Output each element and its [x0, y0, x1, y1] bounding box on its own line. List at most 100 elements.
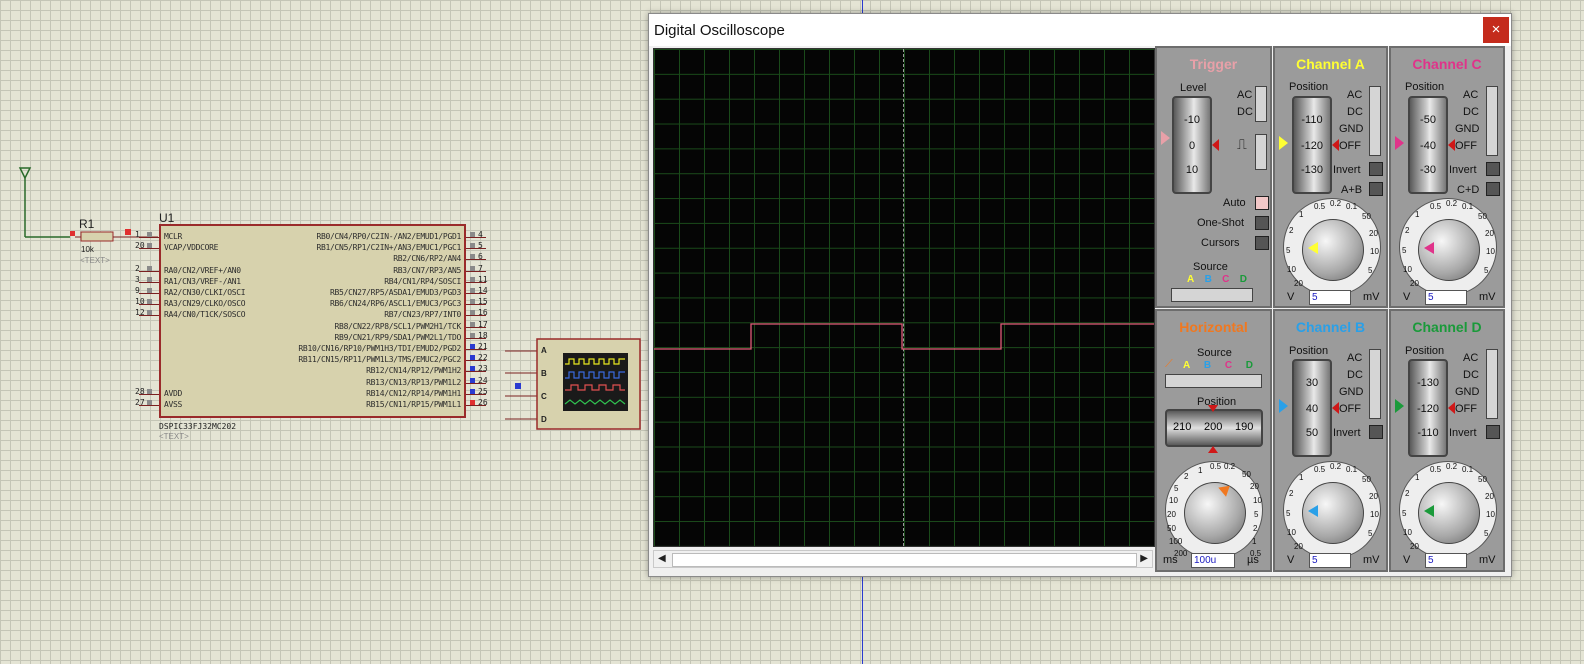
pin-wire: [466, 237, 486, 238]
timebase-tick: 5: [1174, 484, 1179, 493]
trigger-auto-button[interactable]: [1255, 196, 1269, 210]
channel-c-tick: 0.5: [1430, 202, 1442, 211]
horizontal-position-drum[interactable]: 210 200 190: [1165, 409, 1263, 447]
channel-c-invert-button[interactable]: [1486, 162, 1500, 176]
channel-b-drum-value-3: 50: [1305, 427, 1319, 439]
channel-c-coupling-switch[interactable]: [1486, 86, 1498, 156]
close-button[interactable]: ×: [1483, 17, 1509, 43]
scroll-left-arrow[interactable]: ◀: [658, 553, 666, 564]
pin-label: RA4/CN0/T1CK/SOSCO: [164, 310, 246, 319]
channel-d-value-field[interactable]: 5: [1425, 553, 1467, 568]
oscilloscope-window[interactable]: Digital Oscilloscope × ◀ ▶ Trigger Level…: [648, 13, 1512, 577]
trigger-level-drum[interactable]: -10 0 10: [1172, 96, 1212, 194]
trigger-source-slider[interactable]: [1171, 288, 1253, 302]
horizontal-title: Horizontal: [1179, 319, 1248, 335]
channel-d-position-label: Position: [1405, 345, 1445, 357]
resistor-ref: R1: [79, 217, 95, 231]
channel-b-tick: 10: [1370, 510, 1379, 519]
trigger-cursors-label: Cursors: [1201, 237, 1240, 249]
channel-a-unit-left: V: [1287, 291, 1295, 303]
trigger-edge-switch[interactable]: [1255, 134, 1267, 170]
scroll-thumb[interactable]: [672, 553, 1137, 567]
channel-a-tick: 0.2: [1330, 199, 1342, 208]
channel-a-position-drum[interactable]: -110 -120 -130: [1292, 96, 1332, 194]
channel-a-tick: 10: [1370, 247, 1379, 256]
channel-b-tick: 10: [1287, 528, 1296, 537]
pin-state-marker: [147, 310, 152, 315]
title-bar[interactable]: Digital Oscilloscope ×: [649, 14, 1511, 46]
channel-b-unit-left: V: [1287, 554, 1295, 566]
channel-b-position-drum[interactable]: 30 40 50: [1292, 359, 1332, 457]
timebase-knob[interactable]: [1184, 482, 1246, 544]
channel-d-tick: 5: [1402, 509, 1407, 518]
pin-state-marker: [470, 332, 475, 338]
channel-d-coupling-switch[interactable]: [1486, 349, 1498, 419]
channel-b-coupling-switch[interactable]: [1369, 349, 1381, 419]
channel-a-coupling-switch[interactable]: [1369, 86, 1381, 156]
timebase-value-field[interactable]: 100u: [1191, 553, 1235, 568]
channel-c-tick: 5: [1402, 246, 1407, 255]
pin-label: RA1/CN3/VREF-/AN1: [164, 277, 241, 286]
channel-a-value-field[interactable]: 5: [1309, 290, 1351, 305]
channel-d-invert-label: Invert: [1449, 427, 1477, 439]
channel-a-drum-value-3: -130: [1300, 164, 1324, 176]
pin-number: 14: [478, 286, 488, 295]
trigger-source-b: B: [1204, 274, 1212, 285]
channel-a-title: Channel A: [1296, 56, 1365, 72]
pin-number: 18: [478, 330, 488, 340]
channel-a-invert-button[interactable]: [1369, 162, 1383, 176]
timebase-tick: 5: [1254, 510, 1259, 519]
trigger-source-d: D: [1239, 274, 1247, 285]
pin-label: RB3/CN7/RP3/AN5: [393, 265, 461, 275]
horizontal-source-slider[interactable]: [1165, 374, 1262, 388]
channel-a-mode-ac: AC: [1347, 89, 1363, 101]
channel-c-value-field[interactable]: 5: [1425, 290, 1467, 305]
pin-label: RB11/CN15/RP11/PWM1L3/TMS/EMUC2/PGC2: [298, 355, 461, 365]
channel-d-panel: Channel D Position -130 -120 -110 AC DC …: [1389, 309, 1505, 572]
channel-b-position-label: Position: [1289, 345, 1329, 357]
channel-c-sum-button[interactable]: [1486, 182, 1500, 196]
channel-a-volts-dial: 0.5 0.2 0.1 50 20 10 5 1 2 5 10 20: [1283, 198, 1381, 296]
channel-c-position-drum[interactable]: -50 -40 -30: [1408, 96, 1448, 194]
horizontal-scrollbar[interactable]: ◀ ▶: [653, 550, 1153, 568]
channel-c-title: Channel C: [1412, 56, 1482, 72]
channel-b-value-field[interactable]: 5: [1309, 553, 1351, 568]
scroll-right-arrow[interactable]: ▶: [1140, 553, 1148, 564]
channel-d-tick: 0.5: [1430, 465, 1442, 474]
trigger-oneshot-button[interactable]: [1255, 216, 1269, 230]
pin-state-marker: [470, 344, 475, 349]
channel-d-unit-left: V: [1403, 554, 1411, 566]
scope-input-c: C: [541, 392, 547, 401]
edge-polarity-icon: ⎍: [1237, 136, 1247, 152]
channel-a-unit-right: mV: [1363, 291, 1380, 303]
trigger-auto-label: Auto: [1223, 197, 1246, 209]
channel-a-tick: 1: [1299, 210, 1304, 219]
channel-d-tick: 0.1: [1462, 465, 1474, 474]
pin-number: 15: [478, 297, 488, 307]
timebase-tick: 0.2: [1224, 462, 1236, 471]
trigger-cursors-button[interactable]: [1255, 236, 1269, 250]
channel-d-tick: 20: [1485, 492, 1494, 501]
channel-a-tick: 5: [1286, 246, 1291, 255]
pin-number: 26: [478, 398, 488, 407]
horizontal-source-c: C: [1224, 360, 1233, 371]
channel-d-position-drum[interactable]: -130 -120 -110: [1408, 359, 1448, 457]
channel-c-invert-label: Invert: [1449, 164, 1477, 176]
channel-a-sum-button[interactable]: [1369, 182, 1383, 196]
scope-display[interactable]: [653, 48, 1155, 547]
trigger-panel: Trigger Level -10 0 10 AC DC ⎍ Auto One-…: [1155, 46, 1272, 308]
channel-a-mode-off: OFF: [1339, 140, 1361, 152]
channel-d-knob-pointer-icon: [1424, 505, 1434, 517]
oscilloscope-symbol[interactable]: [505, 338, 645, 433]
timebase-tick: 50: [1167, 524, 1176, 533]
horizontal-source-d: D: [1245, 360, 1253, 371]
channel-c-sum-label: C+D: [1457, 184, 1480, 196]
pin-wire: [466, 248, 486, 250]
channel-d-invert-button[interactable]: [1486, 425, 1500, 439]
trigger-coupling-switch[interactable]: [1255, 86, 1267, 122]
channel-b-invert-button[interactable]: [1369, 425, 1383, 439]
channel-d-mode-dc: DC: [1463, 369, 1479, 381]
trigger-level-right-marker-icon: [1212, 139, 1219, 151]
channel-b-mode-gnd: GND: [1339, 386, 1364, 398]
channel-c-tick: 0.2: [1446, 199, 1458, 208]
